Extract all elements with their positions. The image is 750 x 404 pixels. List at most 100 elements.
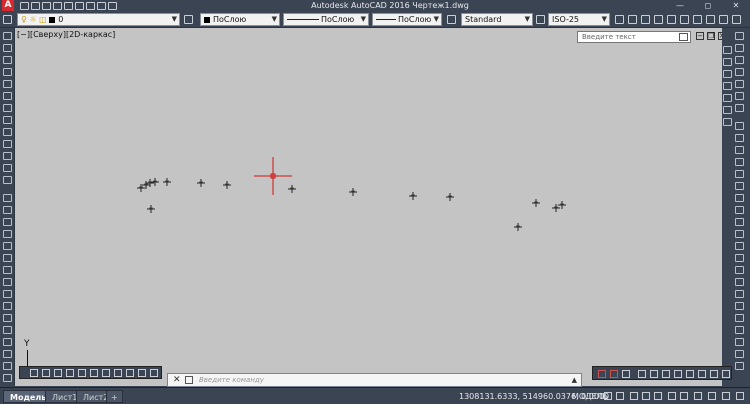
text-style-icon[interactable]	[447, 15, 456, 24]
ortho-icon[interactable]	[706, 15, 715, 24]
design-center-icon[interactable]	[735, 134, 744, 142]
ortho-mode-icon[interactable]	[630, 392, 638, 400]
minimize-button[interactable]: —	[666, 0, 694, 11]
multileader-icon[interactable]	[615, 15, 624, 24]
layer-combo[interactable]: ♀ ☼ ◫ 0 ▼	[17, 13, 180, 26]
view-back-icon[interactable]	[698, 370, 706, 378]
snap-perpendicular-icon[interactable]	[126, 369, 134, 377]
dim-radius-icon[interactable]	[723, 94, 732, 102]
search-icon[interactable]	[679, 33, 688, 41]
snap-center-icon[interactable]	[90, 369, 98, 377]
explode-icon[interactable]	[3, 362, 12, 370]
polar-tracking-icon[interactable]	[642, 392, 650, 400]
layer-icon[interactable]	[108, 1, 117, 10]
layer-manager-icon[interactable]	[3, 15, 12, 24]
orbit-icon[interactable]	[735, 80, 744, 88]
point-marker[interactable]	[197, 179, 205, 187]
mesh-icon[interactable]	[735, 338, 744, 346]
dim-arc-icon[interactable]	[723, 70, 732, 78]
application-menu-button[interactable]: A	[2, 0, 14, 11]
fly-icon[interactable]	[735, 290, 744, 298]
region-icon[interactable]	[3, 176, 12, 184]
save-as-icon[interactable]	[53, 1, 62, 10]
polygon-icon[interactable]	[3, 56, 12, 64]
sun-icon[interactable]	[735, 254, 744, 262]
pan-icon[interactable]	[735, 32, 744, 40]
view-top-icon[interactable]	[638, 370, 646, 378]
save-icon[interactable]	[42, 1, 51, 10]
view-left-icon[interactable]	[662, 370, 670, 378]
erase-icon[interactable]	[3, 194, 12, 202]
dim-style-icon[interactable]	[536, 15, 545, 24]
dim-linear-icon[interactable]	[723, 46, 732, 54]
undo-icon[interactable]	[75, 1, 84, 10]
point-marker[interactable]	[446, 193, 454, 201]
spline-icon[interactable]	[3, 104, 12, 112]
trim-icon[interactable]	[3, 302, 12, 310]
text-style-combo[interactable]: Standard ▼	[461, 13, 533, 26]
viewport-close-button[interactable]: ✕	[718, 32, 722, 40]
search-input[interactable]: Введите текст	[577, 31, 691, 43]
ucs-previous-icon[interactable]	[622, 370, 630, 378]
color-combo[interactable]: ПоСлою ▼	[200, 13, 280, 26]
align-icon[interactable]	[667, 15, 676, 24]
section-icon[interactable]	[735, 302, 744, 310]
match-props-icon[interactable]	[735, 206, 744, 214]
point-marker[interactable]	[223, 181, 231, 189]
command-input[interactable]: Введите команду	[199, 374, 264, 386]
walk-icon[interactable]	[735, 278, 744, 286]
dim-diameter-icon[interactable]	[723, 106, 732, 114]
grid-icon[interactable]	[693, 15, 702, 24]
view-bottom-icon[interactable]	[650, 370, 658, 378]
visual-styles-icon[interactable]	[735, 362, 744, 370]
customize-menu-icon[interactable]	[736, 392, 744, 400]
snap-mode-icon[interactable]	[616, 392, 624, 400]
zoom-previous-icon[interactable]	[735, 68, 744, 76]
point-marker[interactable]	[146, 179, 154, 187]
osnap-icon[interactable]	[732, 15, 741, 24]
snap-extension-icon[interactable]	[78, 369, 86, 377]
point-marker[interactable]	[163, 178, 171, 186]
command-history-button[interactable]: ▲	[572, 374, 577, 386]
dim-angular-icon[interactable]	[723, 118, 732, 126]
linetype-combo[interactable]: ПоСлою ▼	[283, 13, 369, 26]
view-manager-icon[interactable]	[722, 370, 730, 378]
rotate-icon[interactable]	[3, 266, 12, 274]
circle-icon[interactable]	[3, 92, 12, 100]
chamfer-icon[interactable]	[3, 338, 12, 346]
mirror-icon[interactable]	[3, 218, 12, 226]
ucs-world-icon[interactable]	[610, 370, 618, 378]
offset-icon[interactable]	[3, 230, 12, 238]
view-right-icon[interactable]	[674, 370, 682, 378]
array-icon[interactable]	[3, 242, 12, 250]
new-icon[interactable]	[20, 1, 29, 10]
fillet-icon[interactable]	[3, 350, 12, 358]
snap-intersection-icon[interactable]	[54, 369, 62, 377]
snap-node-icon[interactable]	[150, 369, 158, 377]
osnap-mode-icon[interactable]	[654, 392, 662, 400]
snap-apparent-icon[interactable]	[66, 369, 74, 377]
tool-palettes-icon[interactable]	[735, 146, 744, 154]
dimension-icon[interactable]	[654, 15, 663, 24]
annotation-scale-icon[interactable]	[668, 392, 676, 400]
solid-edit-icon[interactable]	[735, 326, 744, 334]
materials-icon[interactable]	[735, 230, 744, 238]
layer-props-icon[interactable]	[735, 194, 744, 202]
lineweight-combo[interactable]: ПоСлою ▼	[372, 13, 442, 26]
model-space-toggle[interactable]: МОДЕЛЬ	[572, 390, 608, 403]
wrench-icon[interactable]	[185, 376, 193, 384]
point-marker[interactable]	[151, 178, 159, 186]
match-layer-icon[interactable]	[184, 15, 193, 24]
markup-icon[interactable]	[735, 170, 744, 178]
view-front-icon[interactable]	[686, 370, 694, 378]
dim-style-combo[interactable]: ISO-25 ▼	[548, 13, 610, 26]
render-icon[interactable]	[735, 218, 744, 226]
snap-endpoint-icon[interactable]	[30, 369, 38, 377]
point-marker[interactable]	[409, 192, 417, 200]
point-marker[interactable]	[514, 223, 522, 231]
properties-icon[interactable]	[735, 122, 744, 130]
close-button[interactable]: ✕	[722, 0, 750, 11]
grid-icon[interactable]	[604, 392, 612, 400]
move-icon[interactable]	[3, 254, 12, 262]
point-marker[interactable]	[147, 205, 155, 213]
